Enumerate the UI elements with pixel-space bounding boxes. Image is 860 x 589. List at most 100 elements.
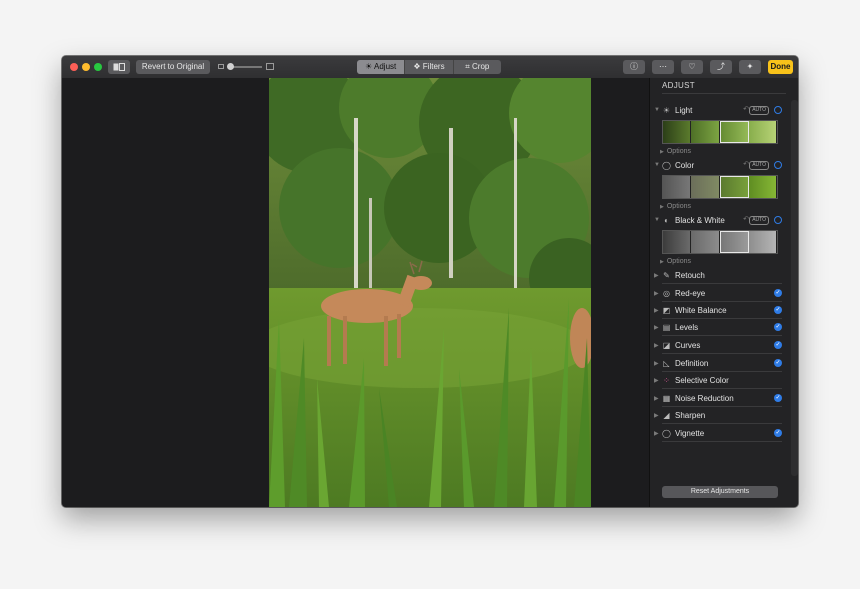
divider [662, 388, 782, 389]
disclosure-triangle-icon: ▶ [654, 273, 659, 279]
undo-icon[interactable]: ↶ [743, 215, 749, 223]
disclosure-triangle-icon: ▶ [654, 291, 659, 297]
divider [662, 335, 782, 336]
bw-auto-button[interactable]: AUTO [749, 216, 769, 225]
vignette-icon: ◯ [662, 429, 671, 438]
close-window-button[interactable] [70, 63, 78, 71]
adjust-panel: ADJUST ▼ ☀ Light ↶ AUTO ▶ Options ▼ ◯ Col… [649, 78, 798, 507]
color-circle-icon: ◯ [662, 161, 671, 170]
disclosure-triangle-icon: ▶ [654, 361, 659, 367]
section-black-white[interactable]: ▼ ◐ Black & White ↶ AUTO [654, 212, 782, 229]
minimize-window-button[interactable] [82, 63, 90, 71]
item-white-balance[interactable]: ▶ ◩ White Balance ✓ [654, 302, 782, 319]
item-definition[interactable]: ▶ ◺ Definition ✓ [654, 355, 782, 372]
color-options[interactable]: ▶ Options [660, 203, 691, 210]
undo-icon[interactable]: ↶ [743, 160, 749, 168]
tab-filters[interactable]: ❖ Filters [405, 60, 454, 74]
sun-icon: ☀ [365, 62, 373, 71]
strip-frame [663, 121, 692, 143]
item-label: Sharpen [675, 411, 706, 420]
curves-icon: ◪ [662, 341, 671, 350]
tab-crop-label: Crop [472, 62, 490, 71]
light-thumbnail-strip[interactable] [662, 120, 778, 144]
bw-toggle[interactable] [774, 216, 782, 224]
rotate-button[interactable]: ⤴ [710, 60, 732, 74]
strip-frame [663, 231, 692, 253]
item-selective-color[interactable]: ▶ ⁘ Selective Color [654, 372, 782, 389]
revert-to-original-button[interactable]: Revert to Original [136, 60, 210, 74]
disclosure-triangle-icon: ▼ [654, 162, 660, 168]
disclosure-triangle-icon: ▼ [654, 217, 660, 223]
heart-icon: ♡ [688, 62, 696, 71]
item-vignette[interactable]: ▶ ◯ Vignette ✓ [654, 425, 782, 442]
enhance-button[interactable]: ✦ [739, 60, 761, 74]
toolbar: Revert to Original ☀ Adjust ❖ Filters ⌗ … [62, 56, 798, 79]
panel-scrollbar[interactable] [791, 100, 798, 476]
photos-edit-window: Revert to Original ☀ Adjust ❖ Filters ⌗ … [62, 56, 798, 507]
favorite-button[interactable]: ♡ [681, 60, 703, 74]
bw-options[interactable]: ▶ Options [660, 258, 691, 265]
zoom-in-icon [266, 63, 274, 70]
undo-icon[interactable]: ↶ [743, 105, 749, 113]
section-light[interactable]: ▼ ☀ Light ↶ AUTO [654, 102, 782, 119]
strip-frame-selected [719, 231, 749, 253]
color-toggle[interactable] [774, 161, 782, 169]
deer-photo [269, 78, 591, 507]
zoom-window-button[interactable] [94, 63, 102, 71]
info-icon: ⓘ [630, 62, 638, 71]
extensions-button[interactable]: ⋯ [652, 60, 674, 74]
bw-thumbnail-strip[interactable] [662, 230, 778, 254]
disclosure-triangle-icon: ▶ [660, 149, 664, 155]
half-circle-icon: ◐ [664, 216, 669, 225]
noise-icon: ▦ [662, 394, 671, 403]
light-auto-button[interactable]: AUTO [749, 106, 769, 115]
disclosure-triangle-icon: ▶ [654, 325, 659, 331]
item-levels[interactable]: ▶ ▤ Levels ✓ [654, 319, 782, 336]
disclosure-triangle-icon: ▶ [654, 431, 659, 437]
strip-frame-selected [719, 121, 749, 143]
bw-options-label: Options [666, 258, 691, 265]
check-icon[interactable]: ✓ [774, 429, 782, 437]
split-view-button[interactable] [108, 60, 130, 74]
tab-adjust[interactable]: ☀ Adjust [357, 60, 406, 74]
check-icon[interactable]: ✓ [774, 359, 782, 367]
disclosure-triangle-icon: ▼ [654, 107, 660, 113]
item-retouch[interactable]: ▶ ✎ Retouch [654, 267, 782, 284]
disclosure-triangle-icon: ▶ [660, 259, 664, 265]
divider [662, 423, 782, 424]
disclosure-triangle-icon: ▶ [660, 204, 664, 210]
reset-adjustments-button[interactable]: Reset Adjustments [662, 486, 778, 498]
strip-frame [691, 231, 720, 253]
tab-crop[interactable]: ⌗ Crop [454, 60, 501, 74]
color-thumbnail-strip[interactable] [662, 175, 778, 199]
split-view-icon [113, 63, 125, 71]
check-icon[interactable]: ✓ [774, 341, 782, 349]
selective-color-icon: ⁘ [663, 376, 670, 385]
sharpen-icon: ◢ [663, 411, 670, 420]
info-button[interactable]: ⓘ [623, 60, 645, 74]
item-noise-reduction[interactable]: ▶ ▦ Noise Reduction ✓ [654, 390, 782, 407]
check-icon[interactable]: ✓ [774, 323, 782, 331]
tab-adjust-label: Adjust [374, 62, 397, 71]
divider [662, 283, 782, 284]
done-button[interactable]: Done [768, 60, 793, 74]
item-label: Selective Color [675, 376, 729, 385]
disclosure-triangle-icon: ▶ [654, 308, 659, 314]
zoom-slider-knob[interactable] [227, 63, 234, 70]
light-options[interactable]: ▶ Options [660, 148, 691, 155]
strip-frame [748, 121, 777, 143]
light-toggle[interactable] [774, 106, 782, 114]
check-icon[interactable]: ✓ [774, 394, 782, 402]
check-icon[interactable]: ✓ [774, 306, 782, 314]
sun-icon: ☀ [662, 106, 671, 115]
section-color[interactable]: ▼ ◯ Color ↶ AUTO [654, 157, 782, 174]
item-label: Red-eye [675, 289, 706, 298]
item-sharpen[interactable]: ▶ ◢ Sharpen [654, 407, 782, 424]
bandage-icon: ✎ [663, 271, 670, 280]
item-red-eye[interactable]: ▶ ◎ Red-eye ✓ [654, 285, 782, 302]
eye-icon: ◎ [663, 289, 670, 298]
color-auto-button[interactable]: AUTO [749, 161, 769, 170]
strip-frame [748, 231, 777, 253]
item-curves[interactable]: ▶ ◪ Curves ✓ [654, 337, 782, 354]
check-icon[interactable]: ✓ [774, 289, 782, 297]
